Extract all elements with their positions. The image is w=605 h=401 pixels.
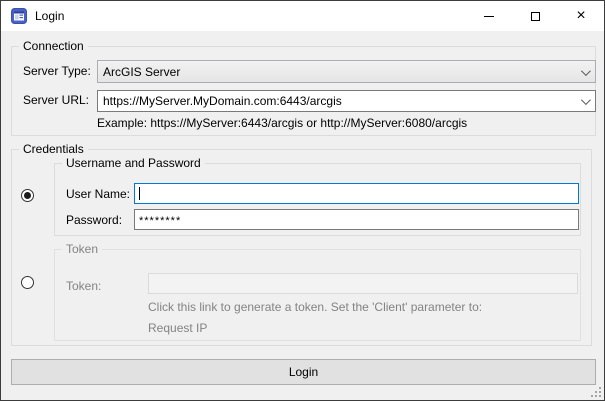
minimize-button[interactable] (466, 1, 512, 31)
close-icon: × (576, 8, 585, 24)
resize-grip-icon[interactable] (589, 385, 601, 397)
username-password-legend: Username and Password (62, 156, 205, 171)
credentials-legend: Credentials (19, 142, 88, 157)
login-button-label: Login (289, 365, 318, 379)
server-url-label: Server URL: (23, 93, 89, 108)
close-button[interactable]: × (558, 1, 604, 31)
window-title: Login (35, 9, 64, 23)
token-radio[interactable] (21, 276, 34, 289)
token-group: Token (54, 249, 581, 341)
server-type-dropdown[interactable]: ArcGIS Server (97, 60, 596, 83)
user-name-label: User Name: (66, 187, 130, 202)
username-password-radio[interactable] (21, 189, 34, 202)
maximize-icon (531, 12, 540, 21)
chevron-down-icon (581, 95, 591, 105)
token-label: Token: (66, 279, 101, 294)
server-url-example: Example: https://MyServer:6443/arcgis or… (97, 116, 467, 131)
token-hint-text: Click this link to generate a token. Set… (148, 300, 482, 315)
server-type-label: Server Type: (23, 64, 91, 79)
user-name-input[interactable] (134, 183, 579, 204)
server-type-value: ArcGIS Server (103, 65, 180, 79)
request-ip-link[interactable]: Request IP (148, 321, 207, 336)
password-input[interactable] (134, 209, 579, 230)
maximize-button[interactable] (512, 1, 558, 31)
login-dialog: Login × Connection Server Type: ArcGIS S… (0, 0, 605, 401)
radio-dot (24, 192, 31, 199)
token-input (148, 273, 578, 294)
minimize-icon (484, 16, 494, 17)
app-form-icon (11, 8, 27, 24)
password-label: Password: (66, 213, 122, 228)
chevron-down-icon (581, 66, 591, 76)
login-button[interactable]: Login (11, 359, 596, 385)
server-url-value: https://MyServer.MyDomain.com:6443/arcgi… (103, 94, 342, 108)
connection-legend: Connection (19, 39, 88, 54)
server-url-combobox[interactable]: https://MyServer.MyDomain.com:6443/arcgi… (97, 90, 596, 112)
token-legend: Token (62, 242, 102, 257)
text-caret (139, 187, 140, 200)
title-bar: Login × (1, 1, 604, 31)
